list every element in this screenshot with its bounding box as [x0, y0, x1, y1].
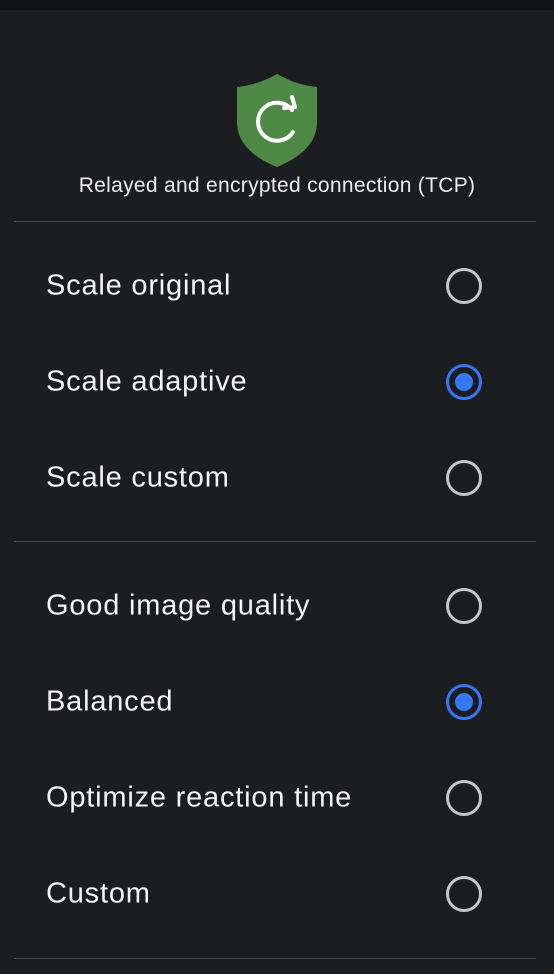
option-scale-custom[interactable]: Scale custom: [0, 430, 554, 526]
option-balanced[interactable]: Balanced: [0, 654, 554, 750]
divider: [14, 958, 536, 959]
option-label: Scale adaptive: [46, 365, 248, 398]
option-scale-adaptive[interactable]: Scale adaptive: [0, 334, 554, 430]
radio-dot: [455, 373, 473, 391]
option-label: Scale original: [46, 269, 232, 302]
option-optimize-reaction-time[interactable]: Optimize reaction time: [0, 750, 554, 846]
option-label: Optimize reaction time: [46, 781, 353, 814]
option-label: Custom: [46, 877, 151, 910]
connection-status-text: Relayed and encrypted connection (TCP): [78, 174, 476, 197]
option-good-image-quality[interactable]: Good image quality: [0, 558, 554, 654]
option-label: Good image quality: [46, 589, 311, 622]
radio-button-selected[interactable]: [446, 364, 482, 400]
option-scale-original[interactable]: Scale original: [0, 238, 554, 334]
option-custom[interactable]: Custom: [0, 846, 554, 942]
radio-button[interactable]: [446, 780, 482, 816]
radio-button[interactable]: [446, 876, 482, 912]
radio-button[interactable]: [446, 268, 482, 304]
radio-dot: [455, 693, 473, 711]
divider: [14, 541, 536, 542]
shield-refresh-icon: [237, 74, 317, 167]
radio-button[interactable]: [446, 588, 482, 624]
option-label: Balanced: [46, 685, 174, 718]
connection-header: Relayed and encrypted connection (TCP): [0, 70, 554, 198]
divider: [14, 221, 536, 222]
radio-button[interactable]: [446, 460, 482, 496]
status-bar-strip: [0, 0, 554, 10]
option-label: Scale custom: [46, 461, 230, 494]
radio-button-selected[interactable]: [446, 684, 482, 720]
